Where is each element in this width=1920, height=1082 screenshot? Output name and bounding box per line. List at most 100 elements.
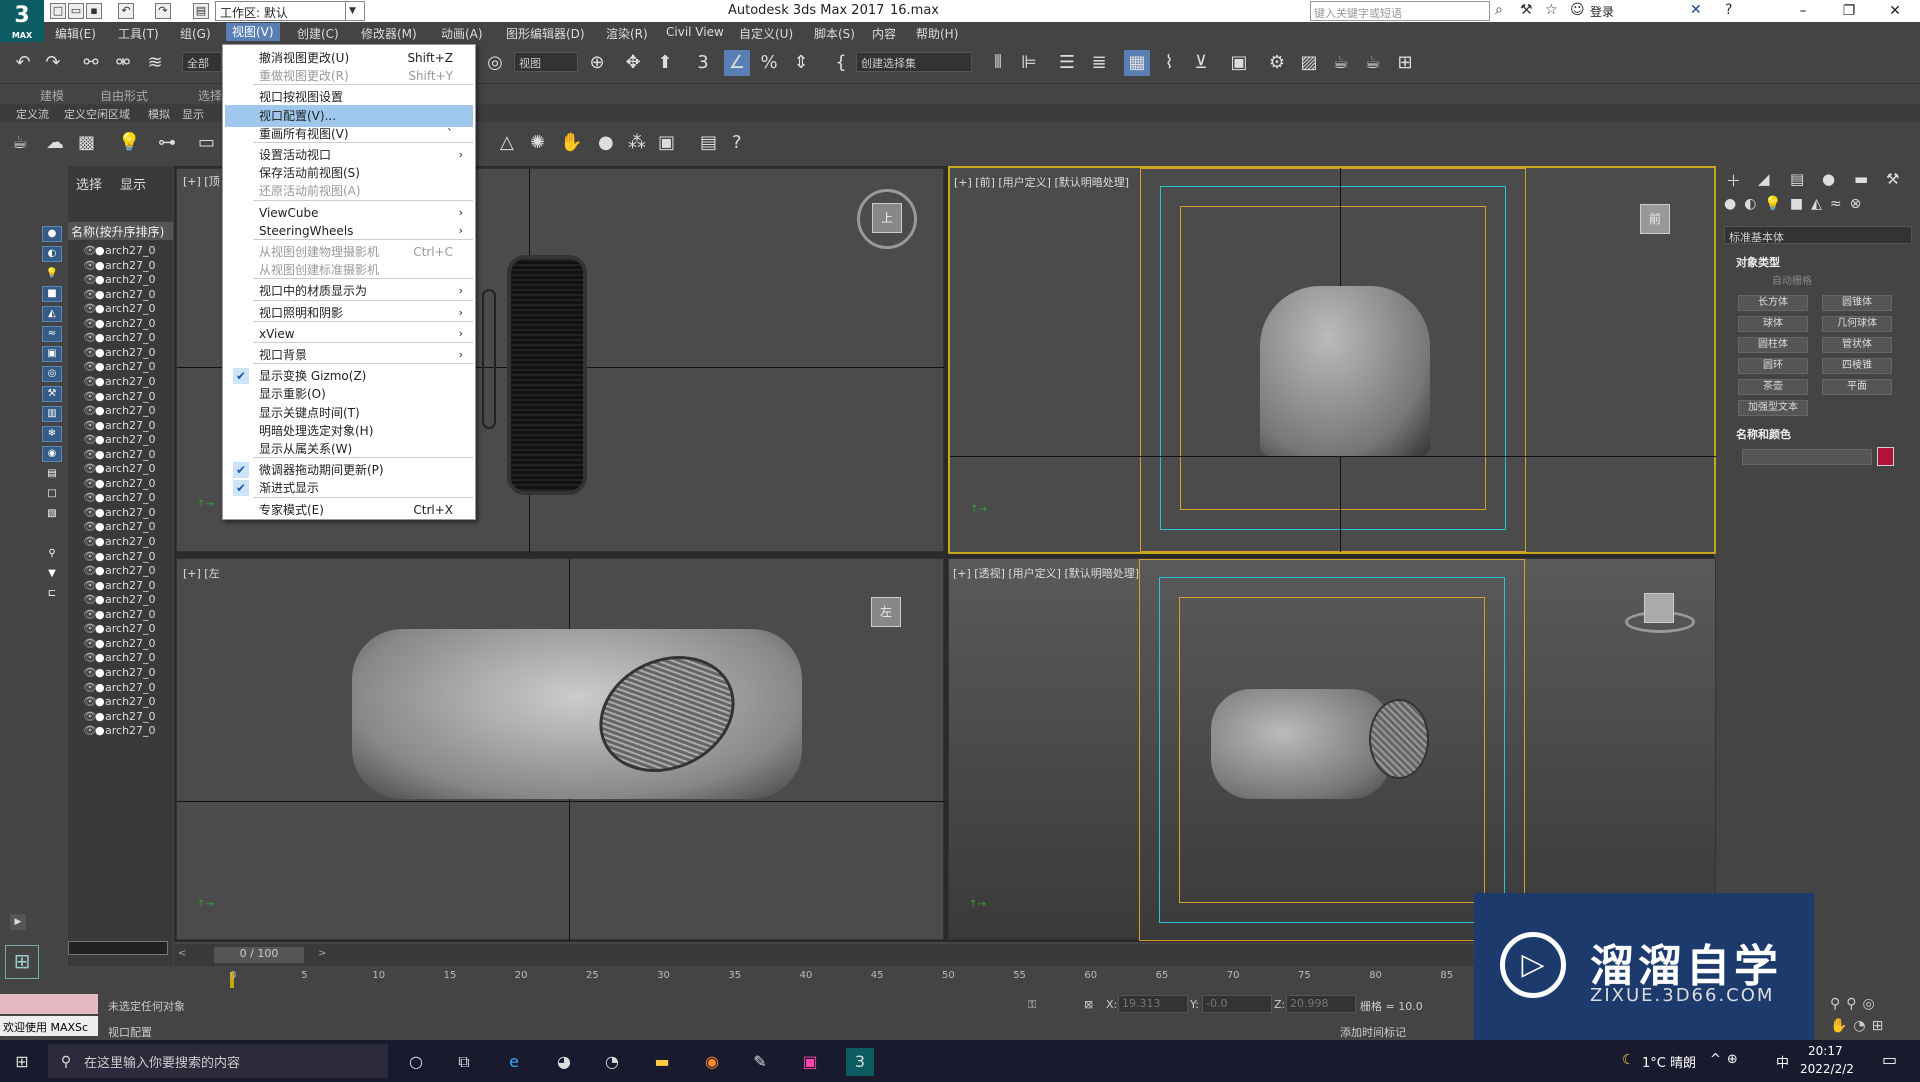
- invert-filter-icon[interactable]: ▧: [42, 506, 62, 522]
- notepad-icon[interactable]: ✎: [746, 1048, 774, 1076]
- ime-indicator[interactable]: 中: [1776, 1052, 1789, 1071]
- tray-icons[interactable]: ^⊕: [1710, 1052, 1744, 1067]
- tab-display[interactable]: 显示: [182, 106, 204, 122]
- close-button[interactable]: ✕: [1872, 0, 1918, 22]
- tab-define-flows[interactable]: 定义流: [16, 106, 49, 122]
- hierarchy-tab-icon[interactable]: ▤: [1790, 170, 1804, 188]
- bind-spacewarp-icon[interactable]: ≋: [142, 50, 168, 76]
- bones-filter-icon[interactable]: ⚒: [42, 386, 62, 402]
- menu-civil-view[interactable]: Civil View: [660, 25, 730, 39]
- viewport-label[interactable]: [+] [透视] [用户定义] [默认明暗处理]: [953, 565, 1139, 581]
- login-link[interactable]: 登录: [1590, 3, 1614, 20]
- grid-dots-icon[interactable]: ⁂: [628, 132, 646, 153]
- edge-icon[interactable]: e: [500, 1048, 528, 1076]
- pan-orbit-controls[interactable]: ✋◔⊞: [1830, 1018, 1889, 1034]
- undo-icon[interactable]: ↶: [118, 3, 134, 19]
- menu-animation[interactable]: 动画(A): [435, 25, 489, 42]
- x-coord-field[interactable]: 19.313: [1118, 995, 1188, 1013]
- search-input[interactable]: 键入关键字或短语: [1310, 1, 1490, 21]
- object-type-button[interactable]: 平面: [1822, 379, 1892, 395]
- app-icon[interactable]: ◔: [598, 1048, 626, 1076]
- viewport-label[interactable]: [+] [顶: [183, 173, 220, 189]
- add-time-tag[interactable]: 添加时间标记: [1340, 1024, 1406, 1040]
- prev-frame-icon[interactable]: <: [178, 948, 186, 959]
- redo-icon[interactable]: ↷: [155, 3, 171, 19]
- name-color-header[interactable]: 名称和颜色: [1736, 426, 1791, 442]
- object-name-field[interactable]: [1742, 449, 1872, 465]
- viewport-left[interactable]: [+] [左 左 ↑→: [176, 558, 945, 941]
- viewport-perspective[interactable]: [+] [透视] [用户定义] [默认明暗处理] ↑→: [948, 558, 1716, 941]
- move-icon[interactable]: ✥: [620, 50, 646, 76]
- a360-icon[interactable]: ⊞: [1392, 50, 1418, 76]
- link-icon[interactable]: ⚯: [78, 50, 104, 76]
- firefox-icon[interactable]: ◉: [698, 1048, 726, 1076]
- camera-icon[interactable]: ⊶: [158, 132, 176, 153]
- render-production-icon[interactable]: ☕: [1328, 50, 1354, 76]
- help-icon[interactable]: ?: [1725, 2, 1732, 18]
- menu-modifiers[interactable]: 修改器(M): [355, 25, 423, 42]
- cloud-icon[interactable]: ☁: [46, 132, 64, 153]
- layer-explorer-icon[interactable]: ☰: [1054, 50, 1080, 76]
- keyboard-shortcut-icon[interactable]: ⬆: [652, 50, 678, 76]
- object-type-button[interactable]: 圆环: [1738, 358, 1808, 374]
- shapes-filter-icon[interactable]: ◐: [42, 246, 62, 262]
- utilities-tab-icon[interactable]: ⚒: [1886, 170, 1899, 188]
- tab-define-idle-areas[interactable]: 定义空闲区域: [64, 106, 130, 122]
- menu-view[interactable]: 视图(V): [226, 23, 280, 41]
- select-icon[interactable]: ▭: [198, 132, 215, 153]
- none-filter-icon[interactable]: □: [42, 486, 62, 502]
- create-subcategory-icons[interactable]: ●◐💡■◭≈⊗: [1724, 196, 1914, 216]
- modify-tab-icon[interactable]: ◢: [1758, 170, 1770, 188]
- pivot-icon[interactable]: ⊕: [584, 50, 610, 76]
- document-icon[interactable]: ▤: [700, 132, 717, 153]
- menu-help[interactable]: 帮助(H): [910, 25, 964, 42]
- frozen-filter-icon[interactable]: ❄: [42, 426, 62, 442]
- filter-icon[interactable]: ▼: [42, 566, 62, 582]
- geometry-filter-icon[interactable]: ●: [42, 226, 62, 242]
- menu-create[interactable]: 创建(C): [291, 25, 345, 42]
- object-color-swatch[interactable]: [1877, 447, 1894, 466]
- render-setup-icon[interactable]: ⚙: [1264, 50, 1290, 76]
- scene-scrollbar[interactable]: [68, 941, 168, 955]
- 3dsmax-taskbar-icon[interactable]: 3: [846, 1048, 874, 1076]
- viewcube[interactable]: [1644, 593, 1674, 623]
- object-type-button[interactable]: 圆锥体: [1822, 295, 1892, 311]
- lock-selection-icon[interactable]: ⚿: [1028, 998, 1036, 1012]
- viewport-label[interactable]: [+] [左: [183, 565, 220, 581]
- save-icon[interactable]: ▪: [86, 3, 102, 19]
- object-type-button[interactable]: 几何球体: [1822, 316, 1892, 332]
- tab-selection[interactable]: 选择: [198, 87, 222, 104]
- clock-date[interactable]: 2022/2/2: [1800, 1062, 1854, 1076]
- undo-icon[interactable]: ↶: [10, 50, 36, 76]
- minimize-button[interactable]: –: [1780, 0, 1826, 22]
- helpers-filter-icon[interactable]: ◭: [42, 306, 62, 322]
- visibility-icon[interactable]: 👁: [83, 722, 97, 740]
- autogrid-checkbox[interactable]: 自动栅格: [1772, 272, 1812, 287]
- tab-simulate[interactable]: 模拟: [148, 106, 170, 122]
- menu-scripting[interactable]: 脚本(S): [808, 25, 861, 42]
- motion-tab-icon[interactable]: ●: [1822, 170, 1835, 188]
- edit-named-selection-icon[interactable]: {: [828, 50, 854, 76]
- pan-hand-icon[interactable]: ✋: [560, 132, 582, 153]
- project-icon[interactable]: ▤: [193, 3, 209, 19]
- spinner-snap-icon[interactable]: ⇕: [788, 50, 814, 76]
- scene-tab-display[interactable]: 显示: [120, 174, 146, 193]
- user-icon[interactable]: ☺: [1570, 2, 1585, 18]
- object-type-button[interactable]: 球体: [1738, 316, 1808, 332]
- z-coord-field[interactable]: 20.998: [1286, 995, 1356, 1013]
- weather-icon[interactable]: ☾: [1622, 1052, 1635, 1068]
- object-type-button[interactable]: 加强型文本: [1738, 400, 1808, 416]
- freeze-icon[interactable]: ●: [95, 722, 105, 740]
- object-type-header[interactable]: 对象类型: [1736, 254, 1780, 270]
- viewport-front[interactable]: [+] [前] [用户定义] [默认明暗处理] 前 ↑→: [948, 166, 1716, 554]
- workspace-select[interactable]: 工作区: 默认: [215, 1, 365, 21]
- mirror-icon[interactable]: ⫴: [985, 50, 1011, 76]
- hidden-filter-icon[interactable]: ◉: [42, 446, 62, 462]
- layers-icon[interactable]: ⊏: [42, 586, 62, 602]
- selection-filter-dropdown[interactable]: 全部: [182, 52, 222, 72]
- schematic-view-icon[interactable]: ⊻: [1188, 50, 1214, 76]
- object-category-dropdown[interactable]: 标准基本体: [1724, 226, 1912, 244]
- chevron-down-icon[interactable]: ▼: [345, 1, 359, 21]
- menu-tools[interactable]: 工具(T): [112, 25, 165, 42]
- display-tab-icon[interactable]: ▬: [1854, 170, 1868, 188]
